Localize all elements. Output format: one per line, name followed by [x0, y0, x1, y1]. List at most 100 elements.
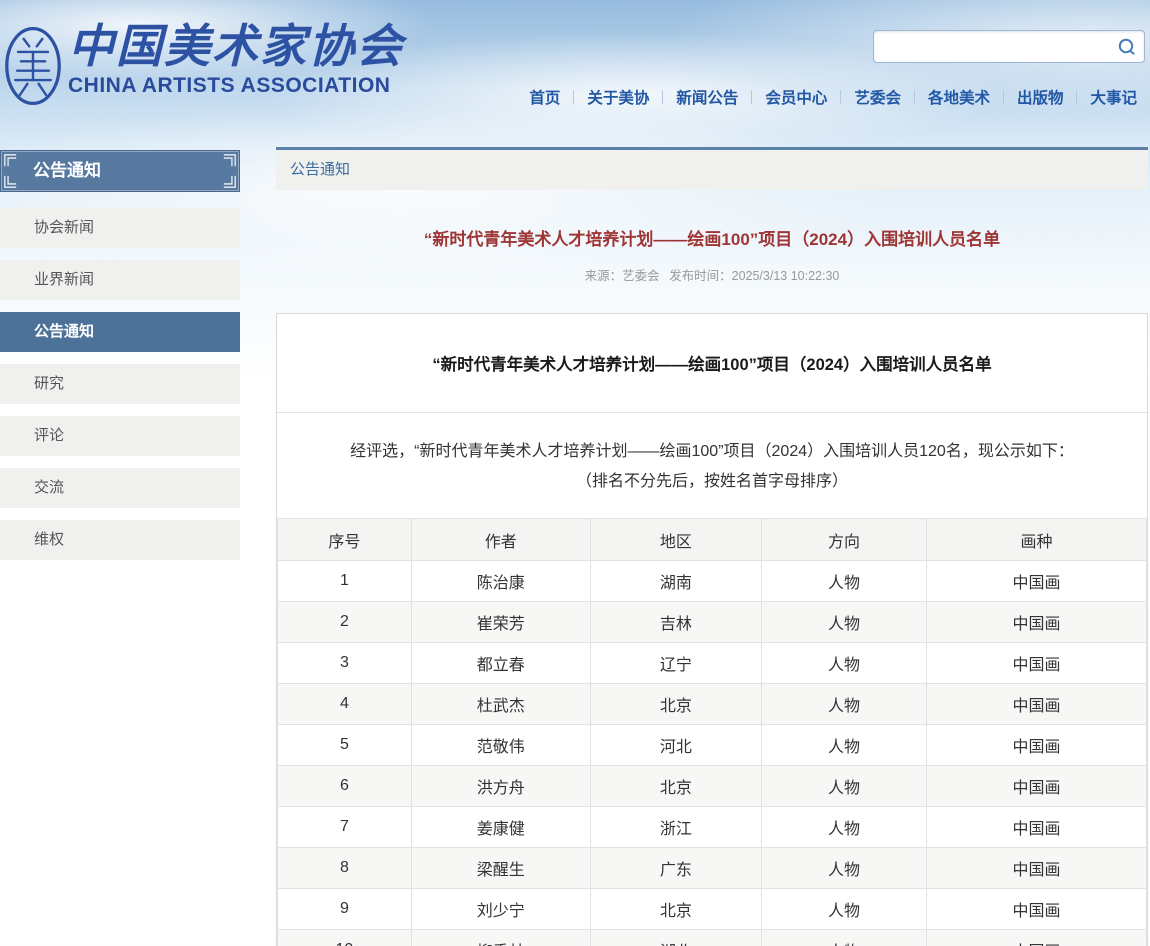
table-header-cell: 画种 [927, 519, 1147, 561]
table-cell: 中国画 [927, 930, 1147, 946]
table-cell: 中国画 [927, 848, 1147, 889]
intro-line-2: （排名不分先后，按姓名首字母排序） [283, 467, 1141, 497]
logo-english-name: CHINA ARTISTS ASSOCIATION [68, 74, 404, 98]
sidebar-item[interactable]: 协会新闻 [0, 208, 240, 248]
table-cell: 人物 [762, 602, 927, 643]
nav-item[interactable]: 新闻公告 [663, 86, 751, 108]
table-cell: 姜康健 [411, 807, 590, 848]
breadcrumb-label[interactable]: 公告通知 [290, 161, 350, 178]
table-cell: 人物 [762, 930, 927, 946]
fret-ornament-icon [223, 175, 236, 188]
table-cell: 崔荣芳 [411, 602, 590, 643]
sidebar-item[interactable]: 维权 [0, 520, 240, 560]
table-cell: 人物 [762, 561, 927, 602]
table-cell: 河北 [590, 725, 761, 766]
sidebar: 公告通知 协会新闻业界新闻公告通知研究评论交流维权 [0, 150, 240, 572]
site-logo[interactable]: 中国美术家协会 CHINA ARTISTS ASSOCIATION [4, 20, 404, 113]
table-cell: 都立春 [411, 643, 590, 684]
fret-ornament-icon [223, 154, 236, 167]
table-cell: 刘少宁 [411, 889, 590, 930]
table-row: 2崔荣芳吉林人物中国画 [278, 602, 1147, 643]
site-header: 中国美术家协会 CHINA ARTISTS ASSOCIATION 首页关于美协… [0, 0, 1150, 147]
sidebar-item[interactable]: 评论 [0, 416, 240, 456]
sidebar-item[interactable]: 交流 [0, 468, 240, 508]
table-cell: 6 [278, 766, 412, 807]
sidebar-title: 公告通知 [0, 150, 240, 192]
document-intro: 经评选，“新时代青年美术人才培养计划——绘画100”项目（2024）入围培训人员… [277, 413, 1147, 518]
table-cell: 北京 [590, 889, 761, 930]
table-cell: 人物 [762, 848, 927, 889]
table-cell: 5 [278, 725, 412, 766]
sidebar-menu: 协会新闻业界新闻公告通知研究评论交流维权 [0, 208, 240, 560]
table-header-row: 序号作者地区方向画种 [278, 519, 1147, 561]
sidebar-item[interactable]: 研究 [0, 364, 240, 404]
table-cell: 中国画 [927, 725, 1147, 766]
article-body: “新时代青年美术人才培养计划——绘画100”项目（2024）入围培训人员名单 经… [276, 313, 1148, 946]
sidebar-item[interactable]: 业界新闻 [0, 260, 240, 300]
table-cell: 梁醒生 [411, 848, 590, 889]
table-cell: 10 [278, 930, 412, 946]
fret-ornament-icon [4, 154, 17, 167]
table-cell: 8 [278, 848, 412, 889]
table-cell: 中国画 [927, 766, 1147, 807]
article-title: “新时代青年美术人才培养计划——绘画100”项目（2024）入围培训人员名单 [276, 225, 1148, 250]
table-body: 1陈治康湖南人物中国画2崔荣芳吉林人物中国画3都立春辽宁人物中国画4杜武杰北京人… [278, 561, 1147, 946]
table-row: 6洪方舟北京人物中国画 [278, 766, 1147, 807]
nav-item[interactable]: 艺委会 [841, 86, 914, 108]
table-cell: 柳秀林 [411, 930, 590, 946]
table-cell: 辽宁 [590, 643, 761, 684]
sidebar-item[interactable]: 公告通知 [0, 312, 240, 352]
table-cell: 7 [278, 807, 412, 848]
table-cell: 北京 [590, 684, 761, 725]
table-header-cell: 方向 [762, 519, 927, 561]
table-cell: 杜武杰 [411, 684, 590, 725]
table-cell: 中国画 [927, 807, 1147, 848]
table-row: 8梁醒生广东人物中国画 [278, 848, 1147, 889]
main-content: 公告通知 “新时代青年美术人才培养计划——绘画100”项目（2024）入围培训人… [276, 147, 1148, 946]
sidebar-title-label: 公告通知 [33, 161, 101, 180]
nav-item[interactable]: 各地美术 [915, 86, 1003, 108]
table-head: 序号作者地区方向画种 [278, 519, 1147, 561]
nav-item[interactable]: 大事记 [1077, 86, 1150, 108]
table-cell: 浙江 [590, 807, 761, 848]
nav-item[interactable]: 出版物 [1004, 86, 1077, 108]
table-cell: 湖南 [590, 561, 761, 602]
search-input[interactable] [874, 31, 1114, 62]
table-cell: 人物 [762, 684, 927, 725]
table-cell: 3 [278, 643, 412, 684]
logo-chinese-name: 中国美术家协会 [68, 20, 404, 72]
table-cell: 4 [278, 684, 412, 725]
table-cell: 1 [278, 561, 412, 602]
table-cell: 人物 [762, 643, 927, 684]
table-cell: 吉林 [590, 602, 761, 643]
table-row: 5范敬伟河北人物中国画 [278, 725, 1147, 766]
document-title: “新时代青年美术人才培养计划——绘画100”项目（2024）入围培训人员名单 [277, 314, 1147, 413]
article-publish-time: 发布时间：2025/3/13 10:22:30 [669, 269, 839, 283]
logo-text: 中国美术家协会 CHINA ARTISTS ASSOCIATION [68, 20, 404, 98]
article-meta: 来源：艺委会 发布时间：2025/3/13 10:22:30 [276, 265, 1148, 284]
table-row: 4杜武杰北京人物中国画 [278, 684, 1147, 725]
table-row: 7姜康健浙江人物中国画 [278, 807, 1147, 848]
nav-item[interactable]: 关于美协 [574, 86, 662, 108]
nav-item[interactable]: 会员中心 [752, 86, 840, 108]
table-cell: 中国画 [927, 684, 1147, 725]
table-cell: 陈治康 [411, 561, 590, 602]
table-cell: 人物 [762, 725, 927, 766]
table-cell: 广东 [590, 848, 761, 889]
table-cell: 中国画 [927, 602, 1147, 643]
search-box [873, 30, 1145, 63]
main-nav: 首页关于美协新闻公告会员中心艺委会各地美术出版物大事记 [516, 86, 1150, 108]
article-source: 来源：艺委会 [585, 269, 660, 283]
table-cell: 人物 [762, 807, 927, 848]
search-icon[interactable] [1117, 37, 1137, 62]
table-row: 1陈治康湖南人物中国画 [278, 561, 1147, 602]
fret-ornament-icon [4, 175, 17, 188]
nav-item[interactable]: 首页 [516, 86, 573, 108]
table-row: 3都立春辽宁人物中国画 [278, 643, 1147, 684]
table-row: 9刘少宁北京人物中国画 [278, 889, 1147, 930]
table-cell: 人物 [762, 766, 927, 807]
table-cell: 中国画 [927, 561, 1147, 602]
breadcrumb: 公告通知 [276, 147, 1148, 190]
intro-line-1: 经评选，“新时代青年美术人才培养计划——绘画100”项目（2024）入围培训人员… [283, 437, 1141, 467]
table-cell: 中国画 [927, 889, 1147, 930]
